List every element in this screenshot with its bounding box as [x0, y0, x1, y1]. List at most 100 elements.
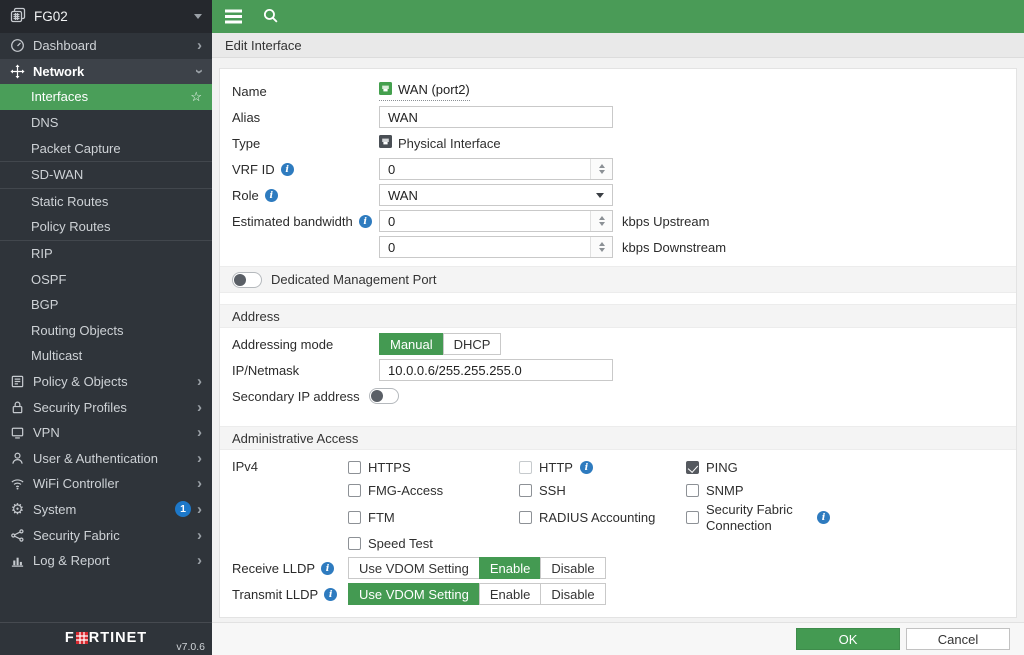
sidebar-item-security-fabric[interactable]: Security Fabric › — [0, 522, 212, 548]
ip-netmask-row: IP/Netmask — [232, 359, 1004, 381]
favorite-star-icon[interactable]: ☆ — [190, 89, 202, 105]
sidebar-item-vpn[interactable]: VPN › — [0, 420, 212, 446]
http-checkbox[interactable] — [519, 461, 532, 474]
receive-lldp-row: Receive LLDPi Use VDOM Setting Enable Di… — [232, 557, 1004, 579]
checkbox-row-https: HTTPS — [348, 456, 519, 479]
chevron-right-icon: › — [197, 425, 202, 440]
sidebar-item-dashboard[interactable]: Dashboard › — [0, 33, 212, 59]
fabric-nodes-icon — [10, 528, 25, 543]
stepper-arrows[interactable] — [590, 159, 612, 179]
role-row: Rolei WAN — [232, 184, 1004, 206]
sidebar-item-routing-objects[interactable]: Routing Objects — [0, 318, 212, 344]
device-selector[interactable]: FG02 — [0, 0, 212, 33]
receive-lldp-disable-button[interactable]: Disable — [540, 557, 605, 579]
chevron-right-icon: › — [197, 400, 202, 415]
sidebar-item-sd-wan[interactable]: SD-WAN — [0, 162, 212, 188]
sidebar-item-security-profiles[interactable]: Security Profiles › — [0, 394, 212, 420]
dedicated-mgmt-toggle[interactable] — [232, 272, 262, 288]
upstream-input[interactable] — [380, 211, 590, 231]
sidebar-footer: FRTINET v7.0.6 — [0, 622, 212, 655]
page-title: Edit Interface — [225, 38, 302, 53]
info-icon[interactable]: i — [265, 189, 278, 202]
info-icon[interactable]: i — [321, 562, 334, 575]
vrf-input[interactable] — [380, 159, 590, 179]
ipv4-access-grid: IPv4 HTTPS FMG-Access FTM Speed Test HTT… — [232, 456, 1004, 553]
transmit-lldp-enable-button[interactable]: Enable — [479, 583, 541, 605]
info-icon[interactable]: i — [281, 163, 294, 176]
checkbox-row-fmg-access: FMG-Access — [348, 479, 519, 502]
sidebar-item-packet-capture[interactable]: Packet Capture — [0, 135, 212, 161]
vrf-label: VRF ID — [232, 162, 275, 177]
transmit-lldp-label: Transmit LLDP — [232, 587, 318, 602]
name-label: Name — [232, 84, 379, 99]
cancel-button[interactable]: Cancel — [906, 628, 1010, 650]
cluster-icon — [10, 7, 26, 26]
sidebar-item-dns[interactable]: DNS — [0, 110, 212, 136]
notification-badge: 1 — [175, 501, 191, 517]
https-checkbox[interactable] — [348, 461, 361, 474]
ping-checkbox[interactable] — [686, 461, 699, 474]
sidebar-item-rip[interactable]: RIP — [0, 241, 212, 267]
addressing-mode-row: Addressing mode Manual DHCP — [232, 333, 1004, 355]
alias-input[interactable] — [379, 106, 613, 128]
role-select[interactable]: WAN — [379, 184, 613, 206]
checkbox-row-snmp: SNMP — [686, 479, 830, 502]
ok-button[interactable]: OK — [796, 628, 900, 650]
secondary-ip-toggle[interactable] — [369, 388, 399, 404]
firmware-version: v7.0.6 — [176, 641, 205, 653]
sidebar-item-user-authentication[interactable]: User & Authentication › — [0, 446, 212, 472]
downstream-unit-label: kbps Downstream — [622, 240, 726, 255]
sidebar-item-policy-objects[interactable]: Policy & Objects › — [0, 369, 212, 395]
gear-icon: ⚙ — [10, 502, 25, 517]
info-icon[interactable]: i — [580, 461, 593, 474]
ip-netmask-label: IP/Netmask — [232, 363, 379, 378]
speed-test-checkbox[interactable] — [348, 537, 361, 550]
stepper-arrows[interactable] — [590, 211, 612, 231]
breadcrumb: Edit Interface — [212, 33, 1024, 58]
sidebar-item-static-routes[interactable]: Static Routes — [0, 189, 212, 215]
transmit-lldp-row: Transmit LLDP i Use VDOM Setting Enable D… — [232, 583, 1004, 605]
fortinet-logo-square — [76, 632, 88, 644]
name-row: Name WAN (port2) — [232, 80, 1004, 102]
info-icon[interactable]: i — [359, 215, 372, 228]
checkbox-row-speed-test: Speed Test — [348, 533, 519, 553]
addressing-mode-segment: Manual DHCP — [379, 333, 501, 355]
sidebar-item-policy-routes[interactable]: Policy Routes — [0, 214, 212, 240]
addressing-manual-button[interactable]: Manual — [379, 333, 444, 355]
sidebar-item-system[interactable]: ⚙ System 1 › — [0, 497, 212, 523]
sidebar-item-bgp[interactable]: BGP — [0, 292, 212, 318]
chevron-right-icon: › — [197, 528, 202, 543]
receive-lldp-enable-button[interactable]: Enable — [479, 557, 541, 579]
radius-accounting-checkbox[interactable] — [519, 511, 532, 524]
sidebar-item-log-report[interactable]: Log & Report › — [0, 548, 212, 574]
bandwidth-label: Estimated bandwidth — [232, 214, 353, 229]
address-section-header: Address — [220, 304, 1016, 328]
type-label: Type — [232, 136, 379, 151]
downstream-stepper — [379, 236, 613, 258]
transmit-lldp-segment: Use VDOM Setting Enable Disable — [348, 583, 606, 605]
hamburger-menu-icon[interactable] — [225, 15, 242, 17]
snmp-checkbox[interactable] — [686, 484, 699, 497]
stepper-arrows[interactable] — [590, 237, 612, 257]
addressing-dhcp-button[interactable]: DHCP — [443, 333, 502, 355]
admin-access-section-header: Administrative Access — [220, 426, 1016, 450]
sidebar-item-ospf[interactable]: OSPF — [0, 266, 212, 292]
ftm-checkbox[interactable] — [348, 511, 361, 524]
transmit-lldp-vdom-button[interactable]: Use VDOM Setting — [348, 583, 480, 605]
ssh-checkbox[interactable] — [519, 484, 532, 497]
search-icon[interactable] — [262, 7, 279, 27]
receive-lldp-vdom-button[interactable]: Use VDOM Setting — [348, 557, 480, 579]
sidebar-item-interfaces[interactable]: Interfaces ☆ — [0, 84, 212, 110]
sidebar-item-network[interactable]: Network › — [0, 59, 212, 85]
ip-netmask-input[interactable] — [379, 359, 613, 381]
info-icon[interactable]: i — [324, 588, 337, 601]
sidebar-item-multicast[interactable]: Multicast — [0, 343, 212, 369]
fmg-access-checkbox[interactable] — [348, 484, 361, 497]
sidebar-item-wifi-controller[interactable]: WiFi Controller › — [0, 471, 212, 497]
transmit-lldp-disable-button[interactable]: Disable — [540, 583, 605, 605]
downstream-input[interactable] — [380, 237, 590, 257]
chevron-down-icon: › — [192, 69, 207, 74]
chevron-down-icon — [596, 193, 604, 198]
security-fabric-connection-checkbox[interactable] — [686, 511, 699, 524]
info-icon[interactable]: i — [817, 511, 830, 524]
